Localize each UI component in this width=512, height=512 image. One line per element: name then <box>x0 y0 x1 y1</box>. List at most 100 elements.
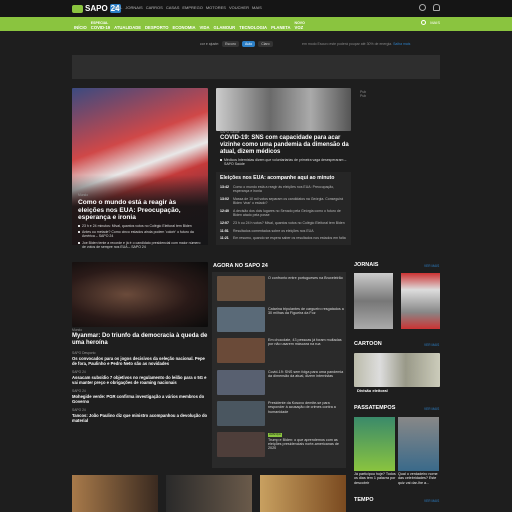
user-icon[interactable] <box>433 4 440 11</box>
cartoon-caption[interactable]: Divisão eleitoral <box>357 388 388 393</box>
nav-item-voz[interactable]: NOVO VOZ <box>295 18 305 30</box>
list-item[interactable]: SAPO 24 Assacam subsídio 7 objetivos no r… <box>72 370 208 385</box>
passatempo-caption[interactable]: Qual o verdadeiro nome das celebridades?… <box>398 472 440 485</box>
pub-label-text: Pub <box>360 94 367 98</box>
top-link[interactable]: CARROS <box>146 5 163 10</box>
live-row[interactable]: 11:51 Resultados comentados sobre os elei… <box>220 229 350 233</box>
top-link[interactable]: JORNAIS <box>125 5 142 10</box>
nav-label: COVID-19 <box>90 25 111 30</box>
live-title[interactable]: Eleições nos EUA: acompanhe aqui ao minu… <box>220 175 334 181</box>
top-link[interactable]: MOTORES <box>206 5 226 10</box>
news-item[interactable]: Catarina tripulantes de cargueiro resgat… <box>217 307 345 332</box>
nav-item-vida[interactable]: VIDA <box>200 18 210 30</box>
notice-text: em modo Escuro este poderá poupar até 30… <box>302 42 393 46</box>
nav-label: INÍCIO <box>74 25 87 30</box>
covid-bullet[interactable]: Médicos Internistas dizem que voluntaria… <box>220 158 352 167</box>
mode-dark-button[interactable]: Escuro <box>222 41 239 47</box>
search-icon[interactable] <box>421 20 427 25</box>
item-title: Assacam subsídio 7 objetivos no regulame… <box>72 374 207 385</box>
hero-caption: Mundo Como o mundo está a reagir às elei… <box>78 193 202 250</box>
bottom-story-image[interactable] <box>166 475 252 512</box>
mode-label: cor e ajuste: <box>200 42 220 46</box>
nav-label: GLAMOUR <box>213 25 236 30</box>
mode-light-button[interactable]: Claro <box>258 41 273 47</box>
top-icons <box>419 4 440 11</box>
hero-title[interactable]: Como o mundo está a reagir às eleições n… <box>78 199 202 222</box>
item-title: Os convocados para os jogos decisivos da… <box>72 355 205 366</box>
item-kicker: SAPO 24 <box>72 388 86 393</box>
nav-item-glamour[interactable]: GLAMOUR <box>214 18 236 30</box>
covid-image[interactable] <box>216 88 351 131</box>
ad-banner[interactable] <box>72 55 440 79</box>
nav-item-economia[interactable]: ECONOMIA <box>172 18 195 30</box>
covid-title[interactable]: COVID-19: SNS com capacidade para acar v… <box>220 135 352 156</box>
top-link[interactable]: MAIS <box>252 5 262 10</box>
nav-item-planeta[interactable]: PLANETA <box>271 18 290 30</box>
news-thumbnail <box>217 276 265 301</box>
nav-item-desporto[interactable]: DESPORTO <box>145 18 168 30</box>
news-text: AVANÇA Trump e Biden: o que aprendemos co… <box>268 432 345 457</box>
hero-bullet[interactable]: 23 h e 24 minutos: Mival, quantos votos … <box>78 224 202 228</box>
nav-label: TECNOLOGIA <box>239 25 268 30</box>
news-thumbnail <box>217 307 265 332</box>
live-row[interactable]: 11:21 Em resumo, quando se espera saber o… <box>220 236 350 240</box>
notice-link[interactable]: Saiba mais <box>393 42 410 46</box>
live-row[interactable]: 12:07 23 h ou 24 h votos? Mival, quantos … <box>220 221 350 225</box>
news-item[interactable]: Covid-19: SNS sem folga para uma pandemi… <box>217 370 345 395</box>
live-time: 13:42 <box>220 185 229 189</box>
live-row[interactable]: 13:42 Como o mundo está a reagir às eleiç… <box>220 185 350 193</box>
nav-item-inicio[interactable]: INÍCIO <box>74 18 87 30</box>
passatempos-more-link[interactable]: VER MAIS <box>424 407 439 411</box>
passatempo-image[interactable] <box>398 417 439 471</box>
news-item[interactable]: Presidente da Kosovo demite-se para resp… <box>217 401 345 426</box>
item-title: Mohegide verde: PGR confirma investigaçã… <box>72 393 205 404</box>
bottom-story-image[interactable] <box>72 475 158 512</box>
tempo-more-link[interactable]: VER MAIS <box>424 499 439 503</box>
top-link[interactable]: EMPREGO <box>182 5 202 10</box>
nav-item-covid[interactable]: ESPECIAL COVID-19 <box>91 18 110 30</box>
live-text: Em resumo, quando se espera saber os res… <box>233 236 346 240</box>
live-time: 12:40 <box>220 209 229 213</box>
pub-label: Pub Pub <box>360 90 366 98</box>
nav-label: PLANETA <box>271 25 291 30</box>
hero-bullet[interactable]: Antes ou metade? Como cinco estados aind… <box>78 230 202 239</box>
top-link[interactable]: VOUCHER <box>229 5 249 10</box>
live-row[interactable]: 12:40 A decisão dos dois lugares no Senad… <box>220 209 350 217</box>
news-tag: AVANÇA <box>268 432 282 437</box>
myanmar-title[interactable]: Myanmar: Do triunfo da democracia à qued… <box>72 333 208 347</box>
news-item[interactable]: O confronto entre portugueses na Bruxele… <box>217 276 345 301</box>
top-links: MAIL JORNAIS CARROS CASAS EMPREGO MOTORE… <box>113 5 262 10</box>
live-time: 13:02 <box>220 197 229 201</box>
myanmar-image[interactable] <box>72 262 208 327</box>
list-item[interactable]: SAPO 24 Tancos: João Paulino diz que mini… <box>72 408 208 423</box>
cartoon-more-link[interactable]: VER MAIS <box>424 343 439 347</box>
list-item[interactable]: SAPO 24 Mohegide verde: PGR confirma inve… <box>72 389 208 404</box>
newspaper-cover[interactable] <box>354 273 393 329</box>
nav-item-tecnologia[interactable]: TECNOLOGIA <box>239 18 267 30</box>
nav-more-button[interactable]: MAIS <box>430 20 440 25</box>
cartoon-image[interactable] <box>354 353 440 387</box>
energy-notice: em modo Escuro este poderá poupar até 30… <box>302 42 410 46</box>
item-kicker: SAPO Desporto <box>72 350 96 355</box>
list-item[interactable]: SAPO Desporto Os convocados para os jogos… <box>72 351 208 366</box>
notifications-icon[interactable] <box>419 4 426 11</box>
newspaper-cover[interactable] <box>401 273 440 329</box>
news-thumbnail <box>217 370 265 395</box>
news-item[interactable]: AVANÇA Trump e Biden: o que aprendemos co… <box>217 432 345 457</box>
top-link[interactable]: CASAS <box>166 5 180 10</box>
passatempo-image[interactable] <box>354 417 395 471</box>
hero-bullet[interactable]: Joe Biden tente a recorde e já é o candi… <box>78 241 202 250</box>
top-link[interactable]: MAIL <box>113 5 122 10</box>
item-kicker: SAPO 24 <box>72 407 86 412</box>
live-text: A decisão dos dois lugares no Senado pel… <box>233 209 341 218</box>
mode-auto-button[interactable]: Auto <box>241 41 256 47</box>
bottom-story-image[interactable] <box>260 475 346 512</box>
covid-story: SAPO Saúde COVID-19: SNS com capacidade … <box>220 130 352 166</box>
jornais-more-link[interactable]: VER MAIS <box>424 264 439 268</box>
passatempo-caption[interactable]: Já participou hoje? Todos os dias tem 1 … <box>354 472 396 485</box>
main-nav: INÍCIO ESPECIAL COVID-19 ATUALIDADE DESPO… <box>0 17 512 31</box>
jornais-heading: JORNAIS <box>354 262 379 268</box>
live-row[interactable]: 13:02 Massa de 10 mil votos separam os ca… <box>220 197 350 205</box>
nav-item-atualidade[interactable]: ATUALIDADE <box>114 18 141 30</box>
news-item[interactable]: Em chocolate, 43 pessoas já foram multad… <box>217 338 345 363</box>
